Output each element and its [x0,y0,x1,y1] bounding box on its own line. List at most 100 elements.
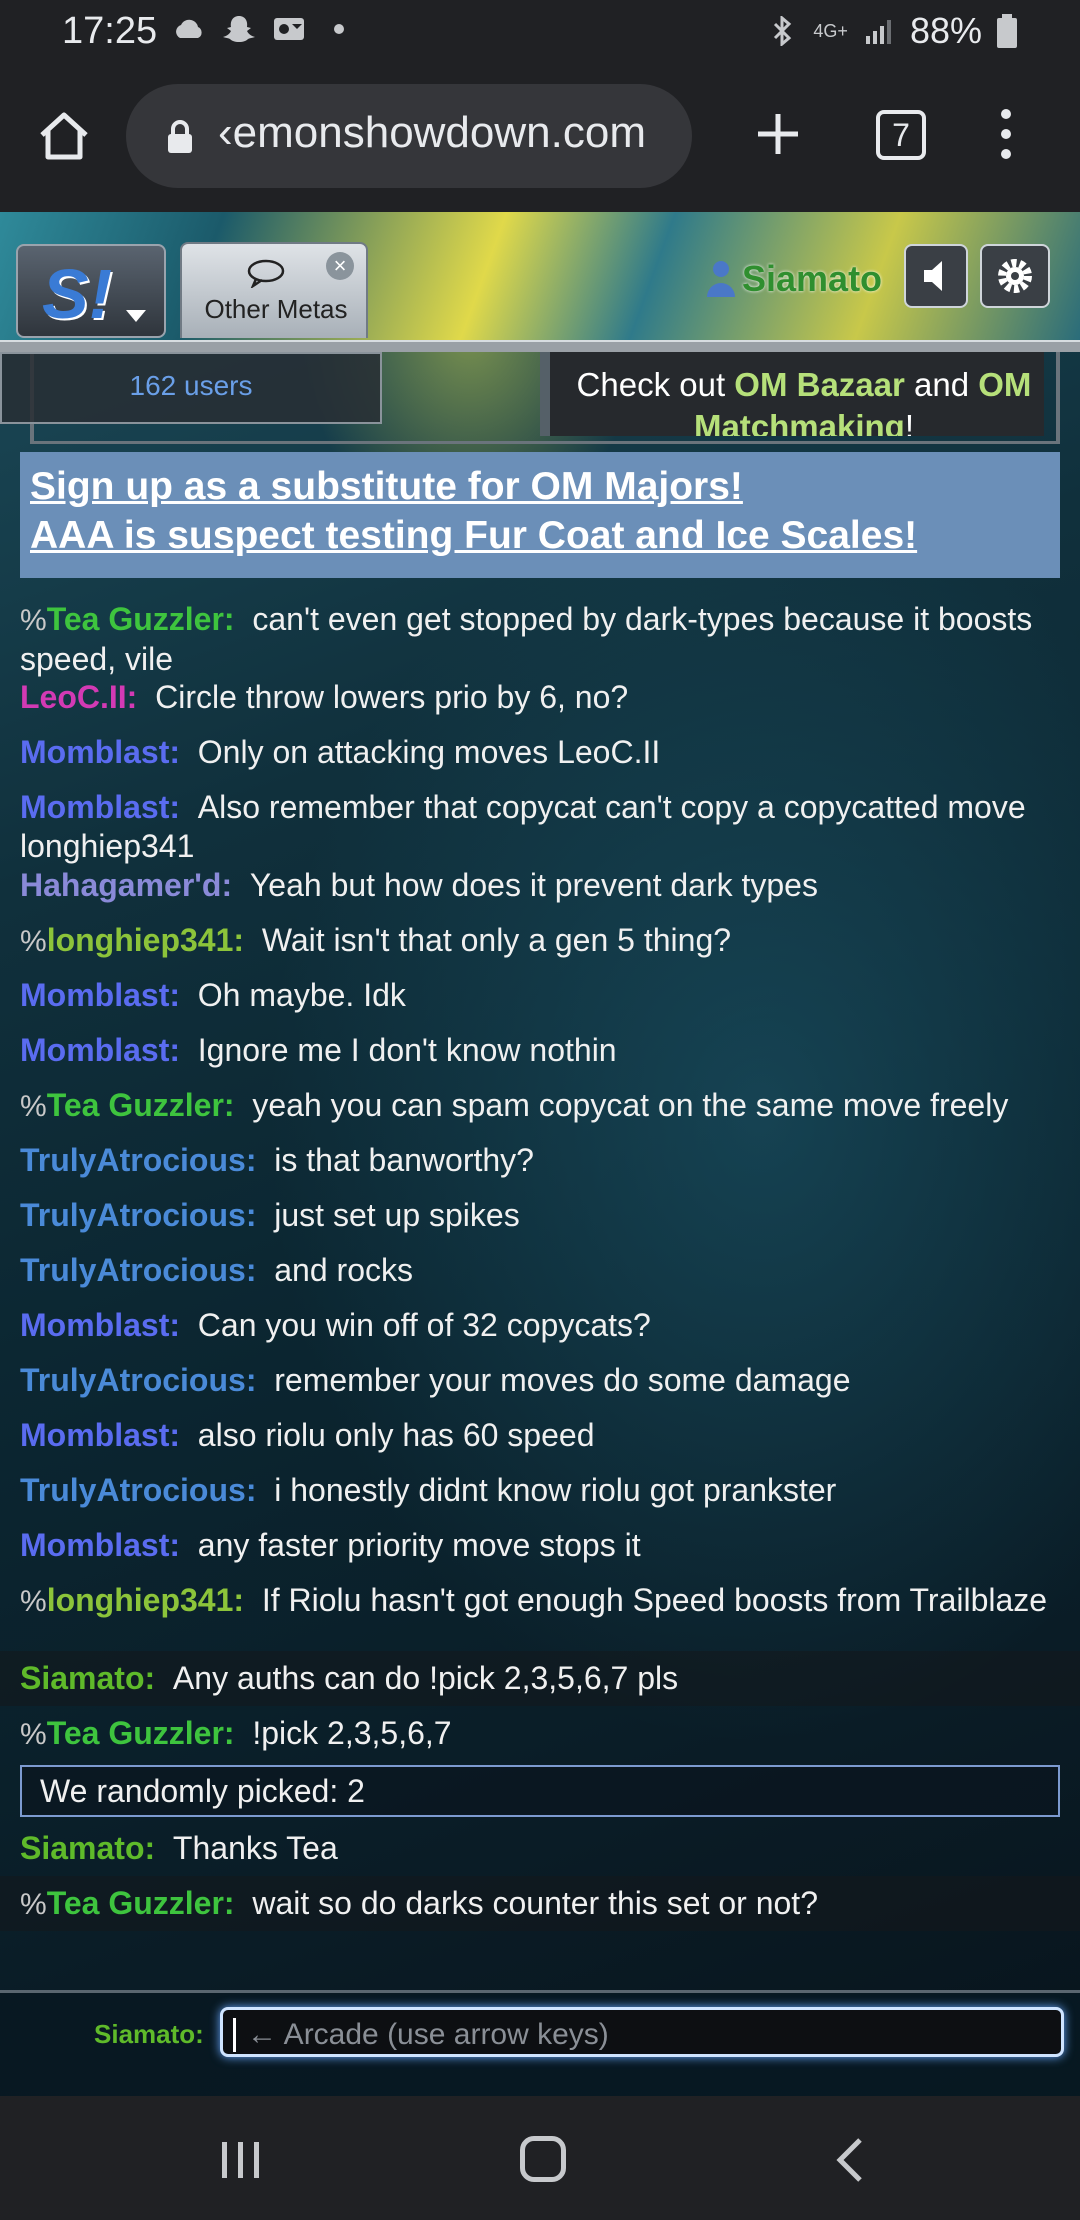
url-bar[interactable]: ‹emonshowdown.com [126,84,692,188]
user-icon [707,261,735,297]
chat-username[interactable]: Tea Guzzler [47,1885,224,1921]
om-text-prefix: Check out [576,366,735,403]
chat-username[interactable]: Tea Guzzler [47,1087,224,1123]
chat-message: TrulyAtrocious: remember your moves do s… [0,1353,1080,1408]
chat-username[interactable]: Momblast [20,977,169,1013]
more-menu-icon[interactable] [994,104,1018,164]
cloud-icon [176,19,202,38]
chat-username[interactable]: Tea Guzzler [47,601,224,637]
new-tab-icon[interactable] [750,106,806,162]
chat-username[interactable]: TrulyAtrocious [20,1472,246,1508]
chat-username[interactable]: longhiep341 [47,1582,234,1618]
user-rank: % [20,1718,47,1751]
chat-message: Siamato: Any auths can do !pick 2,3,5,6,… [0,1651,1080,1706]
random-pick-result: We randomly picked: 2 [20,1765,1060,1817]
chat-input-area: Siamato: ← Arcade (use arrow keys) [0,1990,1080,2096]
name-separator: : [245,1142,257,1178]
user-button[interactable]: Siamato [706,254,882,304]
home-button[interactable] [520,2136,566,2182]
chat-username[interactable]: TrulyAtrocious [20,1197,246,1233]
name-separator: : [169,1032,180,1068]
chat-message: Siamato: Thanks Tea [0,1821,1080,1876]
chat-username[interactable]: Momblast [20,1032,169,1068]
chat-message-text: !pick 2,3,5,6,7 [252,1715,452,1751]
chat-username[interactable]: Siamato [20,1830,144,1866]
chat-message: TrulyAtrocious: just set up spikes [0,1188,1080,1243]
tab-switcher-button[interactable]: 7 [876,110,926,160]
settings-button[interactable] [980,244,1050,308]
chat-username[interactable]: Momblast [20,1307,169,1343]
chat-message: Momblast: Only on attacking moves LeoC.I… [0,725,1080,780]
announcement-box: Sign up as a substitute for OM Majors! A… [20,452,1060,578]
name-separator: : [169,1527,180,1563]
chat-username[interactable]: Momblast [20,1527,169,1563]
chat-username[interactable]: Momblast [20,789,169,825]
chat-input-placeholder: ← Arcade (use arrow keys) [247,2018,609,2051]
user-rank: % [20,1888,47,1921]
tab-other-metas[interactable]: Other Metas × [180,242,368,338]
signal-icon [865,20,891,44]
user-rank: % [20,1090,47,1123]
chat-message: Momblast: Ignore me I don't know nothin [0,1023,1080,1078]
gear-icon [998,259,1032,293]
name-separator: : [144,1830,156,1866]
chat-username[interactable]: TrulyAtrocious [20,1362,246,1398]
text-caret [233,2018,236,2052]
chat-message: %Tea Guzzler: can't even get stopped by … [0,592,1080,677]
recent-apps-icon[interactable] [218,2140,264,2180]
chat-username[interactable]: LeoC.II [20,679,127,715]
close-icon[interactable]: × [326,252,354,280]
chat-username[interactable]: Momblast [20,1417,169,1453]
name-separator: : [223,1087,235,1123]
chat-message: Momblast: Also remember that copycat can… [0,780,1080,864]
chat-username[interactable]: Tea Guzzler [47,1715,224,1751]
chat-message-text: just set up spikes [274,1197,520,1233]
main-menu-button[interactable]: S! [16,244,166,338]
sound-button[interactable] [904,244,968,308]
chat-message: Momblast: also riolu only has 60 speed [0,1408,1080,1463]
notification-icons [172,14,356,44]
showdown-page: S! Other Metas × Siamato 162 users Check… [0,212,1080,2096]
chat-username[interactable]: TrulyAtrocious [20,1142,246,1178]
chevron-down-icon [126,310,146,322]
chat-message: Momblast: any faster priority move stops… [0,1518,1080,1573]
chat-message: %longhiep341: Wait isn't that only a gen… [0,913,1080,968]
name-separator: : [245,1362,257,1398]
back-icon[interactable] [830,2136,870,2184]
chat-username[interactable]: Momblast [20,734,169,770]
userlist-toggle[interactable]: 162 users [0,352,382,424]
chat-username[interactable]: longhiep341 [47,922,234,958]
user-rank: % [20,1585,47,1618]
chat-message-text: Only on attacking moves LeoC.II [197,734,661,770]
chat-message-text: Oh maybe. Idk [197,977,406,1013]
chat-username[interactable]: Siamato [20,1660,144,1696]
showdown-header: S! Other Metas × Siamato [0,212,1080,340]
chat-message-text: Thanks Tea [172,1830,338,1866]
android-nav-bar [0,2096,1080,2220]
outlook-icon [274,18,304,40]
header-divider [0,340,1080,352]
battery-percent: 88% [909,10,982,51]
om-majors-link[interactable]: Sign up as a substitute for OM Majors! [30,462,1050,511]
chat-message-text: wait so do darks counter this set or not… [252,1885,818,1921]
chat-input[interactable]: ← Arcade (use arrow keys) [220,2007,1064,2057]
name-separator: : [245,1472,257,1508]
chat-message-text: and rocks [274,1252,413,1288]
home-icon[interactable] [36,107,92,163]
chat-message: Hahagamer'd: Yeah but how does it preven… [0,858,1080,913]
name-separator: : [169,977,180,1013]
chat-username[interactable]: Hahagamer'd [20,867,221,903]
aaa-suspect-link[interactable]: AAA is suspect testing Fur Coat and Ice … [30,511,1050,560]
room-intro: 162 users Check out OM Bazaar and OM Mat… [0,352,1080,448]
name-separator: : [169,734,180,770]
chat-message-text: Can you win off of 32 copycats? [197,1307,651,1343]
snapchat-icon [223,16,255,42]
om-bazaar-link[interactable]: OM Bazaar [734,366,905,403]
name-separator: : [144,1660,156,1696]
chat-username[interactable]: TrulyAtrocious [20,1252,246,1288]
showdown-logo: S! [42,255,112,333]
chat-message-text: is that banworthy? [274,1142,534,1178]
chat-message: %Tea Guzzler: yeah you can spam copycat … [0,1078,1080,1133]
chat-message: Momblast: Oh maybe. Idk [0,968,1080,1023]
name-separator: : [245,1252,257,1288]
